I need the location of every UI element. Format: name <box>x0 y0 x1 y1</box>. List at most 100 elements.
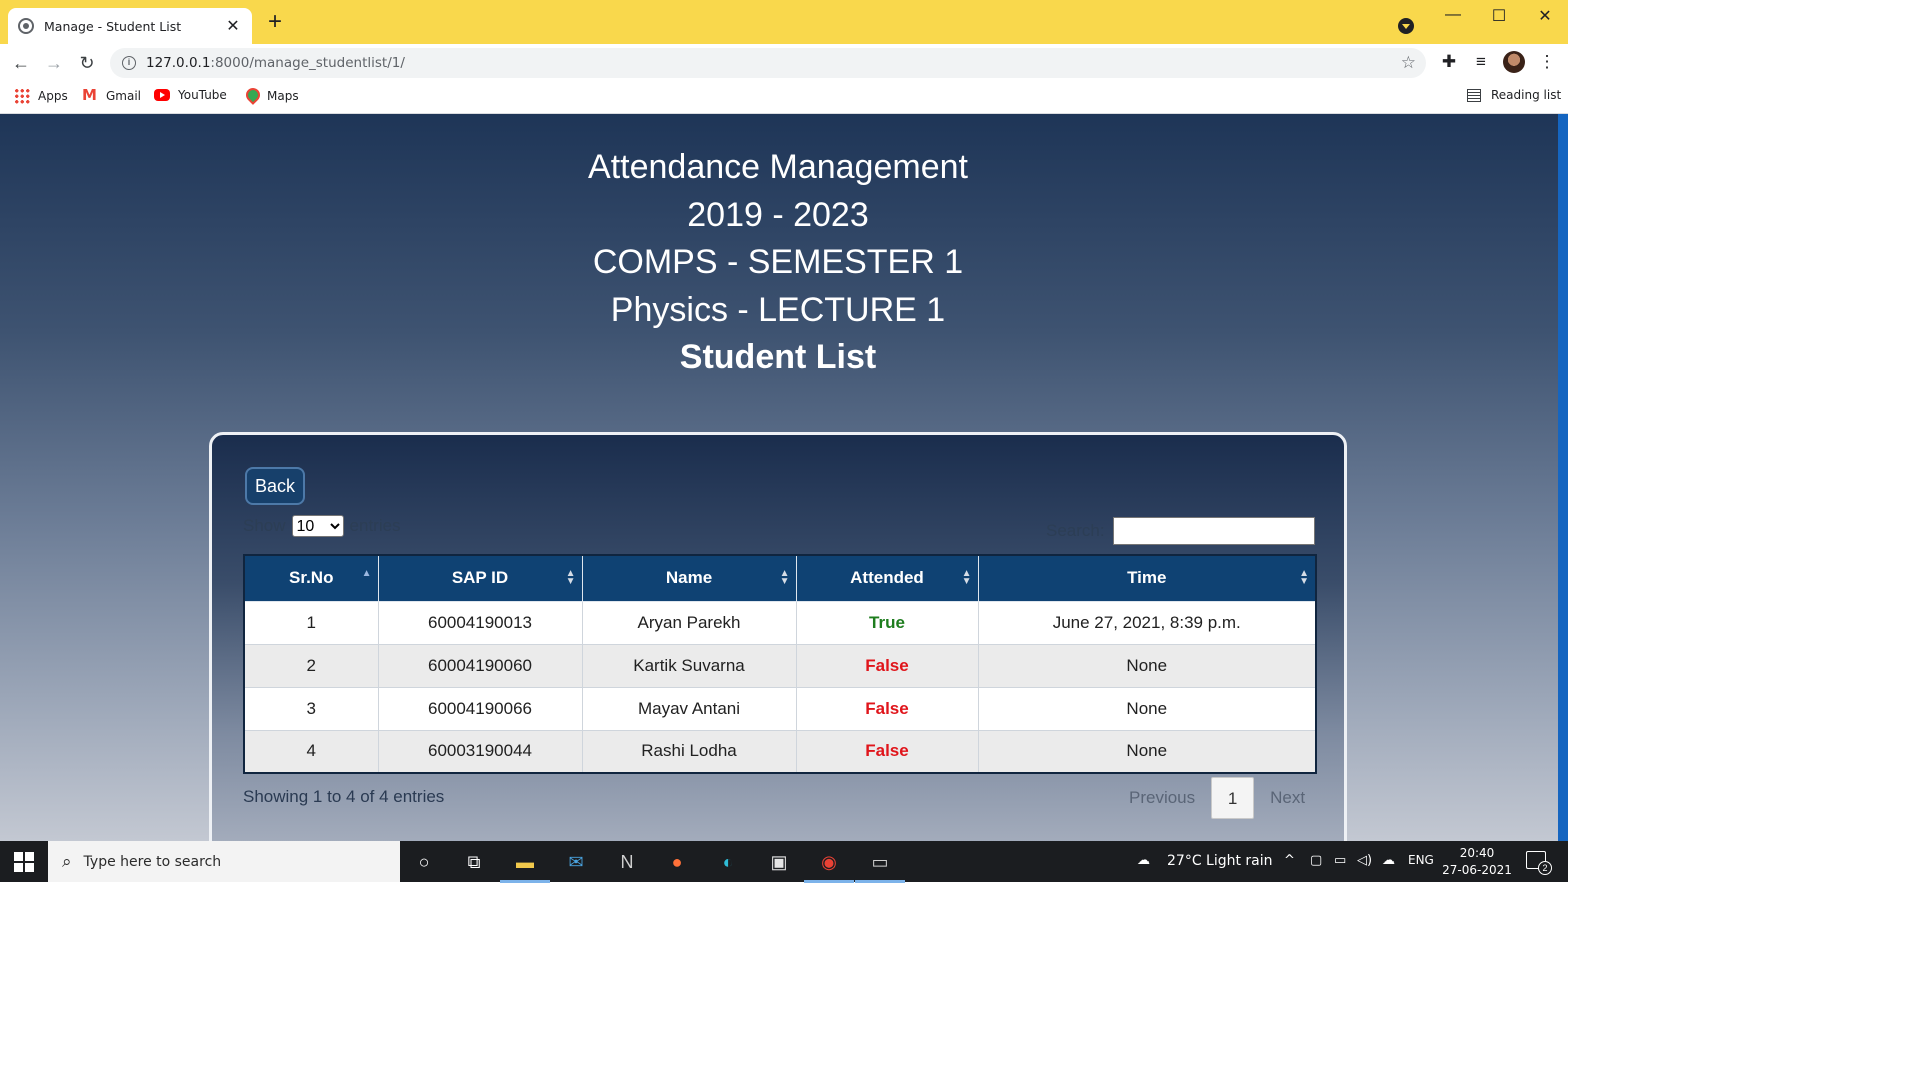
column-header-time[interactable]: Time ▲ ▼ <box>977 554 1317 602</box>
table-search: Search: <box>1046 517 1315 545</box>
chrome-icon[interactable]: ◉ <box>804 849 854 883</box>
table-row: 3 60004190066 Mayav Antani False None <box>243 686 1317 731</box>
task-view-icon[interactable]: ⧉ <box>461 849 487 875</box>
clock-date: 27-06-2021 <box>1442 863 1512 877</box>
reload-icon[interactable]: ↻ <box>76 52 98 74</box>
cortana-icon[interactable]: ○ <box>411 849 437 875</box>
next-page-button[interactable]: Next <box>1258 777 1317 819</box>
app-title: Attendance Management <box>588 148 968 186</box>
cell-attended: False <box>795 686 979 731</box>
column-label: Name <box>665 568 713 588</box>
column-header-attended[interactable]: Attended ▲ ▼ <box>795 554 979 602</box>
cell-srno: 4 <box>243 729 379 774</box>
minimize-icon[interactable]: — <box>1443 6 1463 24</box>
column-label: Attended <box>850 568 924 588</box>
cell-attended: True <box>795 600 979 645</box>
back-arrow-icon[interactable]: ← <box>10 52 32 74</box>
notifications-icon[interactable]: 2 <box>1526 851 1552 875</box>
firefox-icon[interactable]: ● <box>664 849 690 875</box>
previous-page-button[interactable]: Previous <box>1117 777 1207 819</box>
cell-attended: False <box>795 643 979 688</box>
column-header-sapid[interactable]: SAP ID ▲ ▼ <box>377 554 583 602</box>
browser-tab[interactable]: Manage - Student List ✕ <box>8 8 252 44</box>
cell-name: Mayav Antani <box>581 686 797 731</box>
onedrive-icon[interactable]: ☁ <box>1382 853 1395 868</box>
cell-sapid: 60003190044 <box>377 729 583 774</box>
pagination: Previous 1 Next <box>1117 777 1317 819</box>
menu-kebab-icon[interactable]: ⋮ <box>1536 52 1558 72</box>
bookmark-youtube[interactable]: YouTube <box>154 88 227 102</box>
clock-time: 20:40 <box>1459 846 1495 860</box>
cell-sapid: 60004190060 <box>377 643 583 688</box>
media-queue-icon[interactable]: ≡ <box>1470 52 1492 72</box>
bookmark-maps[interactable]: Maps <box>243 88 299 104</box>
bookmark-star-icon[interactable]: ☆ <box>1401 53 1416 73</box>
taskbar-search-placeholder: Type here to search <box>83 853 222 870</box>
back-button[interactable]: Back <box>245 467 306 505</box>
url-text: 127.0.0.1:8000/manage_studentlist/1/ <box>146 55 405 71</box>
site-info-icon[interactable]: i <box>122 56 136 70</box>
cell-srno: 1 <box>243 600 379 645</box>
cell-time: None <box>977 686 1317 731</box>
terminal-icon[interactable]: ▭ <box>855 849 905 883</box>
forward-arrow-icon[interactable]: → <box>43 52 65 74</box>
subject-lecture: Physics - LECTURE 1 <box>610 290 946 329</box>
scrollbar[interactable] <box>1558 114 1568 841</box>
class-semester: COMPS - SEMESTER 1 <box>592 243 964 281</box>
extensions-puzzle-icon[interactable]: ✚ <box>1438 52 1460 72</box>
cell-name: Kartik Suvarna <box>581 643 797 688</box>
close-tab-icon[interactable]: ✕ <box>224 16 242 36</box>
battery-icon[interactable]: ▭ <box>1334 853 1346 868</box>
url-path: :8000/manage_studentlist/1/ <box>210 55 405 71</box>
chevron-up-icon[interactable]: ^ <box>1284 853 1295 868</box>
column-header-srno[interactable]: Sr.No ▲ <box>243 554 379 602</box>
column-header-name[interactable]: Name ▲ ▼ <box>581 554 797 602</box>
profile-avatar[interactable] <box>1503 51 1525 73</box>
table-row: 2 60004190060 Kartik Suvarna False None <box>243 643 1317 688</box>
search-input[interactable] <box>1112 517 1315 545</box>
table-info: Showing 1 to 4 of 4 entries <box>243 787 445 806</box>
globe-icon <box>18 18 34 34</box>
mail-icon[interactable]: ✉ <box>563 849 589 875</box>
page-1-button[interactable]: 1 <box>1211 777 1255 819</box>
bookmark-label: Apps <box>38 89 68 103</box>
windows-start-icon[interactable] <box>14 852 34 872</box>
sort-icon: ▲ ▼ <box>961 568 972 587</box>
store-icon[interactable]: ▣ <box>766 849 792 875</box>
notion-icon[interactable]: N <box>614 849 640 875</box>
volume-icon[interactable]: ◁) <box>1357 853 1372 868</box>
show-label: Show <box>243 516 286 535</box>
edge-icon[interactable]: ◐ <box>715 849 741 875</box>
close-window-icon[interactable]: ✕ <box>1535 6 1555 26</box>
reading-list-label: Reading list <box>1491 88 1562 102</box>
gmail-icon <box>82 86 98 104</box>
language-indicator[interactable]: ENG <box>1408 853 1434 867</box>
maximize-icon[interactable]: ☐ <box>1489 6 1509 26</box>
weather-text[interactable]: 27°C Light rain <box>1167 853 1273 869</box>
reading-list-button[interactable]: Reading list <box>1467 88 1561 102</box>
bookmark-gmail[interactable]: Gmail <box>82 86 141 104</box>
file-explorer-icon[interactable]: ▬ <box>500 849 550 883</box>
cell-attended: False <box>795 729 979 774</box>
meet-now-icon[interactable]: ▢ <box>1310 853 1322 868</box>
bookmark-apps[interactable]: Apps <box>14 88 68 104</box>
tab-search-icon[interactable] <box>1398 18 1414 34</box>
cell-srno: 3 <box>243 686 379 731</box>
youtube-icon <box>154 89 170 101</box>
table-row: 1 60004190013 Aryan Parekh True June 27,… <box>243 600 1317 645</box>
url-host: 127.0.0.1 <box>146 55 211 71</box>
page-content: Attendance Management 2019 - 2023 COMPS … <box>0 114 1568 841</box>
entries-select[interactable]: 10 <box>291 515 344 537</box>
student-list-card: Back Show 10 entries Search: Sr.No ▲ SAP … <box>209 432 1347 841</box>
sort-icon: ▲ ▼ <box>565 568 576 587</box>
page-title: Student List <box>679 338 877 376</box>
address-bar[interactable]: i 127.0.0.1:8000/manage_studentlist/1/ ☆ <box>110 48 1426 78</box>
maps-pin-icon <box>243 88 259 104</box>
cell-sapid: 60004190066 <box>377 686 583 731</box>
sort-icon: ▲ ▼ <box>1299 568 1309 587</box>
new-tab-button[interactable]: + <box>263 10 287 34</box>
taskbar-search-box[interactable]: ⌕ Type here to search <box>48 841 400 882</box>
clock[interactable]: 20:40 27-06-2021 <box>1442 845 1512 879</box>
cell-name: Rashi Lodha <box>581 729 797 774</box>
tab-strip: Manage - Student List ✕ + — ☐ ✕ <box>0 0 1568 44</box>
